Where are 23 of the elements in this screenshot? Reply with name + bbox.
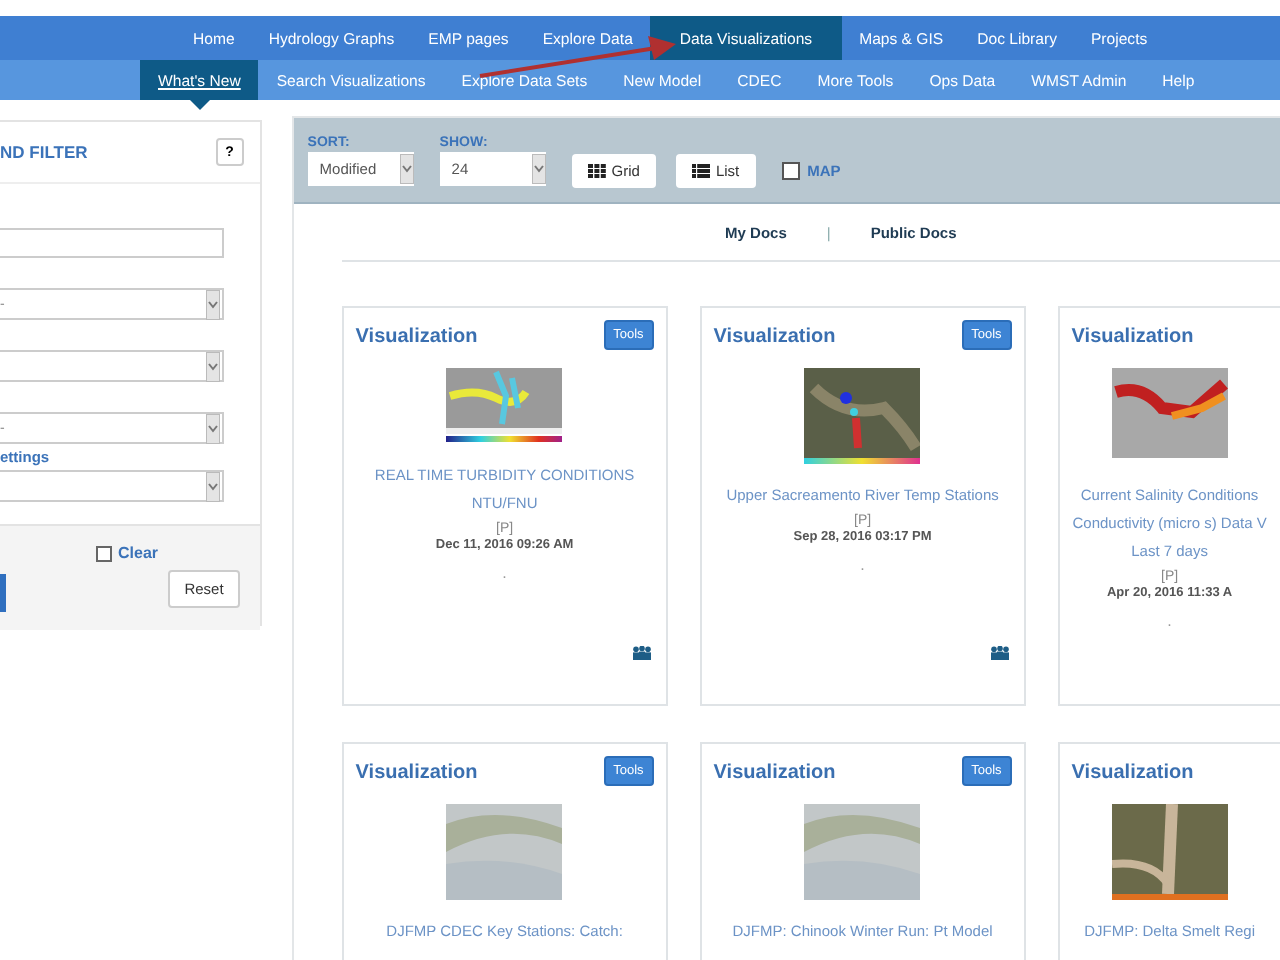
dot-mark: . [502,564,507,582]
tab-pointer-icon [189,100,210,110]
card-type: Visualization [713,760,836,784]
list-icon [691,163,710,177]
caret-icon [205,413,220,443]
grid-icon [587,163,606,177]
card-type: Visualization [713,324,836,348]
text-field[interactable] [0,228,224,258]
dot-mark: . [1167,612,1172,630]
group-icon[interactable] [629,646,654,660]
card-type: Visualization [355,760,478,784]
dot-mark: . [860,556,865,574]
caret-icon [399,153,414,183]
caret-icon [205,351,220,381]
caret-icon [205,471,220,501]
panel-title: ND FILTER [0,142,88,162]
card-type: Visualization [1071,324,1194,348]
caret-icon [205,289,220,319]
card-type: Visualization [1071,760,1194,784]
group-icon[interactable] [987,646,1012,660]
caret-icon [531,153,546,183]
clear-checkbox[interactable]: Clear [96,544,159,562]
card-type: Visualization [355,324,478,348]
